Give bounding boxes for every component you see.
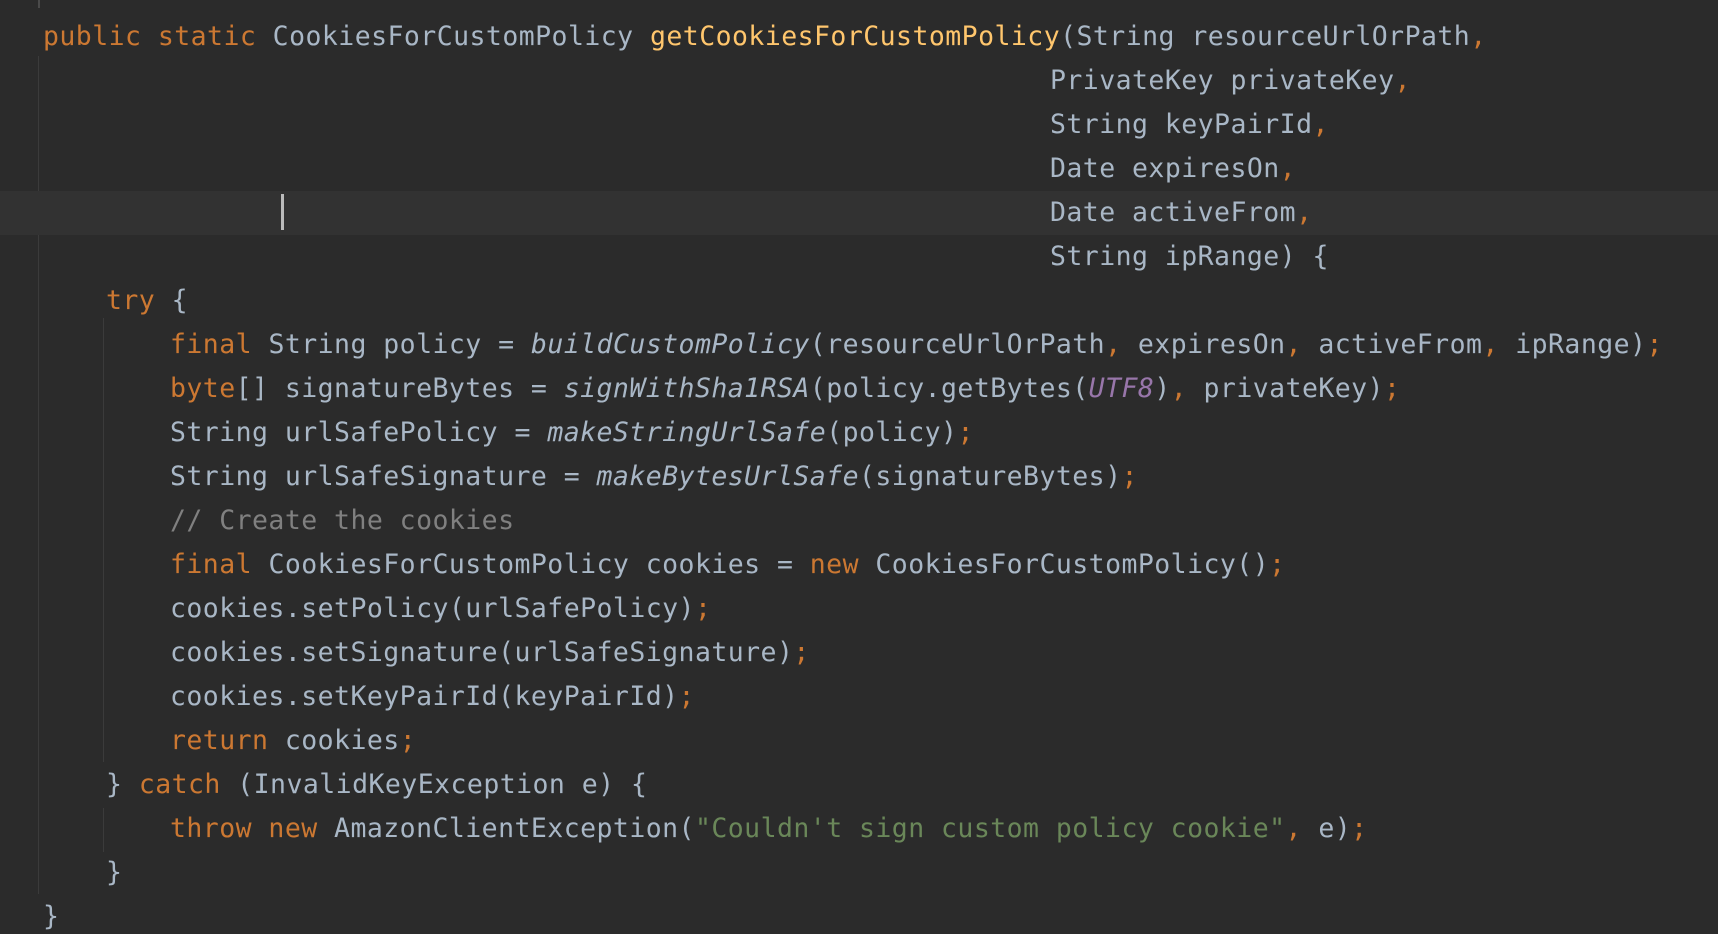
code-line[interactable]: return cookies; (0, 719, 1718, 763)
code-token: , (1312, 109, 1329, 140)
code-token: String ipRange) { (1050, 241, 1329, 272)
code-token: byte (170, 373, 236, 404)
code-line[interactable]: throw new AmazonClientException("Couldn'… (0, 807, 1718, 851)
code-line[interactable]: PrivateKey privateKey, (0, 59, 1718, 103)
code-token: ) (1154, 373, 1171, 404)
code-token: privateKey) (1203, 373, 1384, 404)
code-token: (policy.getBytes( (809, 373, 1089, 404)
code-line[interactable]: String keyPairId, (0, 103, 1718, 147)
code-token: , (1470, 21, 1487, 52)
code-token: final (170, 549, 269, 580)
code-token: } (106, 857, 123, 888)
code-token: public static (43, 21, 273, 52)
code-token: ; (678, 681, 695, 712)
code-token: (signatureBytes) (859, 461, 1122, 492)
code-line[interactable]: String urlSafeSignature = makeBytesUrlSa… (0, 455, 1718, 499)
code-token: makeStringUrlSafe (547, 417, 827, 448)
code-token: (policy) (826, 417, 958, 448)
code-token: CookiesForCustomPolicy cookies = (268, 549, 810, 580)
code-token: cookies.setPolicy(urlSafePolicy) (170, 593, 695, 624)
code-token: , (1482, 329, 1516, 360)
code-line[interactable]: public static CookiesForCustomPolicy get… (0, 15, 1718, 59)
code-token: } (106, 769, 139, 800)
code-token: (resourceUrlOrPath (809, 329, 1106, 360)
code-token: , (1394, 65, 1411, 96)
code-token: ipRange) (1515, 329, 1647, 360)
code-token: makeBytesUrlSafe (596, 461, 859, 492)
code-token: String policy = (268, 329, 531, 360)
code-token: "Couldn't sign custom policy cookie" (694, 813, 1286, 844)
code-token: String keyPairId (1050, 109, 1313, 140)
code-token: UTF8 (1088, 373, 1155, 404)
code-token: , (1296, 197, 1313, 228)
code-line[interactable]: try { (0, 279, 1718, 323)
code-token: throw new (170, 813, 335, 844)
code-token: , (1285, 329, 1319, 360)
code-token: (InvalidKeyException e) { (237, 769, 648, 800)
code-line[interactable]: cookies.setPolicy(urlSafePolicy); (0, 587, 1718, 631)
code-token: // Create the cookies (170, 505, 515, 536)
code-token: CookiesForCustomPolicy() (875, 549, 1270, 580)
code-line[interactable]: } (0, 895, 1718, 934)
code-token: ; (1269, 549, 1286, 580)
code-token: ; (399, 725, 417, 756)
code-line[interactable]: // Create the cookies (0, 499, 1718, 543)
code-line[interactable]: final String policy = buildCustomPolicy(… (0, 323, 1718, 367)
code-token: Date activeFrom (1050, 197, 1297, 228)
code-token: , (1170, 373, 1204, 404)
code-token: cookies.setSignature(urlSafeSignature) (170, 637, 794, 668)
code-token: AmazonClientException( (334, 813, 695, 844)
text-caret (281, 194, 284, 230)
code-line[interactable]: Date expiresOn, (0, 147, 1718, 191)
code-token: ; (793, 637, 810, 668)
code-line[interactable]: } catch (InvalidKeyException e) { (0, 763, 1718, 807)
code-line[interactable]: } (0, 851, 1718, 895)
code-token: getCookiesForCustomPolicy (649, 21, 1061, 52)
code-token: ; (1351, 813, 1368, 844)
code-token: activeFrom (1318, 329, 1483, 360)
code-token: (String resourceUrlOrPath (1060, 21, 1471, 52)
code-token: , (1285, 813, 1319, 844)
code-line[interactable]: final CookiesForCustomPolicy cookies = n… (0, 543, 1718, 587)
code-token: ; (1121, 461, 1138, 492)
code-token: try (106, 285, 172, 316)
code-line[interactable]: String ipRange) { (0, 235, 1718, 279)
code-line[interactable]: cookies.setSignature(urlSafeSignature); (0, 631, 1718, 675)
code-line-current[interactable]: Date activeFrom, (0, 191, 1718, 235)
code-token: ; (957, 417, 974, 448)
code-line[interactable]: String urlSafePolicy = makeStringUrlSafe… (0, 411, 1718, 455)
code-token: Date expiresOn (1050, 153, 1280, 184)
code-editor[interactable]: public static CookiesForCustomPolicy get… (0, 0, 1718, 934)
code-token: , (1105, 329, 1138, 360)
code-token: String urlSafePolicy = (170, 417, 548, 448)
code-token: buildCustomPolicy (530, 329, 810, 360)
code-token: catch (138, 769, 238, 800)
code-token: signWithSha1RSA (563, 373, 810, 404)
code-token: PrivateKey privateKey (1050, 65, 1395, 96)
code-line[interactable]: cookies.setKeyPairId(keyPairId); (0, 675, 1718, 719)
code-token: cookies (284, 725, 400, 756)
code-token: return (170, 725, 285, 756)
code-token: } (43, 901, 60, 932)
code-token: { (171, 285, 189, 316)
scroll-edge-marker (38, 0, 40, 8)
code-token: CookiesForCustomPolicy (272, 21, 650, 52)
code-token: ; (1383, 373, 1401, 404)
code-token: ; (1646, 329, 1663, 360)
code-line[interactable]: byte[] signatureBytes = signWithSha1RSA(… (0, 367, 1718, 411)
code-token: expiresOn (1137, 329, 1286, 360)
code-token: [] signatureBytes = (235, 373, 564, 404)
code-token: ; (694, 593, 712, 624)
code-token: new (809, 549, 876, 580)
code-token: e) (1318, 813, 1352, 844)
code-token: cookies.setKeyPairId(keyPairId) (170, 681, 679, 712)
code-token: , (1279, 153, 1297, 184)
code-token: final (170, 329, 269, 360)
code-token: String urlSafeSignature = (170, 461, 597, 492)
